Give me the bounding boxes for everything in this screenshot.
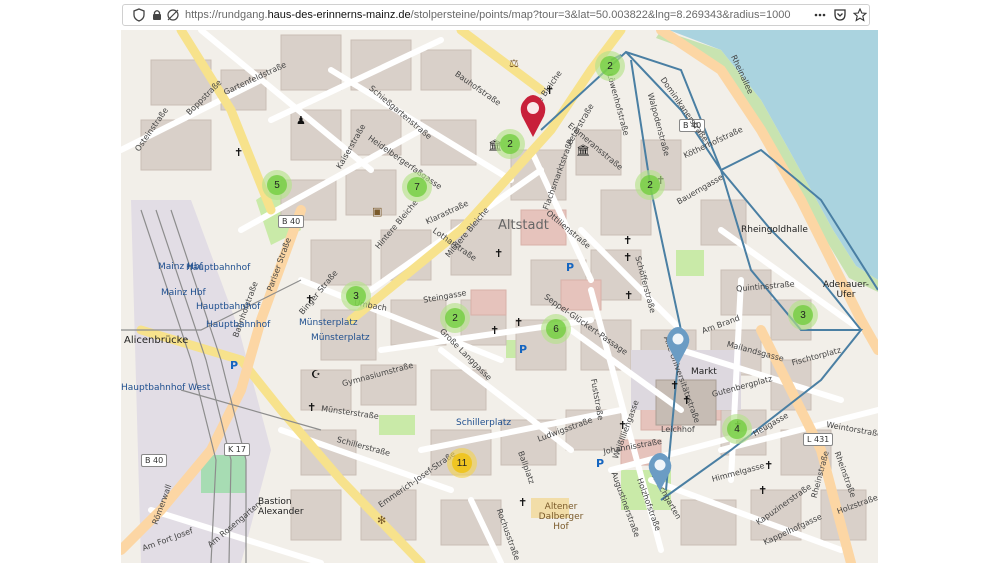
pocket-icon[interactable] [833,8,847,22]
cluster-count: 6 [546,319,566,339]
church-icon: ✝ [494,247,504,260]
marker-cluster[interactable]: 5 [262,170,292,200]
marker-cluster[interactable]: 2 [440,303,470,333]
cluster-count: 11 [452,453,472,473]
url-text[interactable]: https://rundgang.haus-des-erinnerns-main… [185,8,790,22]
church-icon: ✝ [490,324,500,337]
marker-cluster[interactable]: 6 [541,314,571,344]
theatre-icon: ▣ [372,205,383,218]
url-prefix: https://rundgang. [185,9,268,21]
selected-location-pin[interactable] [519,94,547,138]
marker-cluster[interactable]: 3 [341,281,371,311]
road-ref: B 40 [679,119,706,132]
road-ref: B 40 [141,454,168,467]
parking-icon: P [566,261,575,274]
church-icon: ✝ [618,419,628,432]
statue-icon: ♟ [296,114,306,127]
church-icon: ✝ [514,316,524,329]
church-icon: ✝ [518,496,528,509]
shield-icon[interactable] [132,8,146,22]
marker-cluster[interactable]: 2 [635,170,665,200]
cluster-count: 2 [640,175,660,195]
parking-icon: P [596,457,605,470]
cluster-count: 2 [500,134,520,154]
road-ref: K 17 [224,443,250,456]
church-icon: ✝ [305,293,315,306]
courthouse-icon: ⚖ [509,57,519,70]
parking-icon: P [230,359,239,372]
url-path: /stolpersteine/points/map?tour=3&lat=50.… [410,9,791,21]
cluster-count: 3 [793,305,813,325]
bookmark-star-icon[interactable] [853,8,867,22]
museum-icon: 🏛 [576,144,590,157]
cluster-count: 7 [407,177,427,197]
church-icon: ✝ [624,289,634,302]
church-icon: ✝ [764,459,774,472]
lock-icon[interactable] [150,8,164,22]
cluster-count: 2 [600,56,620,76]
mosque-icon: ☪ [311,368,321,381]
marker-cluster[interactable]: 7 [402,172,432,202]
marker-cluster[interactable]: 3 [788,300,818,330]
church-icon: ✝ [307,401,317,414]
viewpoint-icon: ✻ [377,514,387,527]
more-options-icon[interactable] [813,8,827,22]
church-icon: ✝ [670,379,680,392]
url-bar[interactable]: https://rundgang.haus-des-erinnerns-main… [122,4,870,26]
church-icon: ✝ [682,394,692,407]
stop-location-pin[interactable] [647,452,673,492]
marker-cluster[interactable]: 4 [722,414,752,444]
map-viewport[interactable]: B 40 B 40 B 40 K 17 L 431 Boppstraße Gar… [121,30,878,563]
marker-cluster[interactable]: 2 [595,51,625,81]
church-icon: ✝ [623,234,633,247]
church-icon: ✝ [758,484,768,497]
tracking-protection-icon[interactable] [166,8,180,22]
road-ref: L 431 [803,433,834,446]
cluster-count: 5 [267,175,287,195]
church-icon: ✝ [623,251,633,264]
cluster-count: 4 [727,419,747,439]
cluster-count: 3 [346,286,366,306]
road-ref: B 40 [278,215,305,228]
stop-location-pin[interactable] [665,326,691,366]
browser-toolbar: https://rundgang.haus-des-erinnerns-main… [0,0,1000,30]
cluster-count: 2 [445,308,465,328]
church-icon: ✝ [234,146,244,159]
marker-cluster[interactable]: 11 [447,448,477,478]
url-domain: haus-des-erinnerns-mainz.de [267,9,411,21]
parking-icon: P [519,343,528,356]
